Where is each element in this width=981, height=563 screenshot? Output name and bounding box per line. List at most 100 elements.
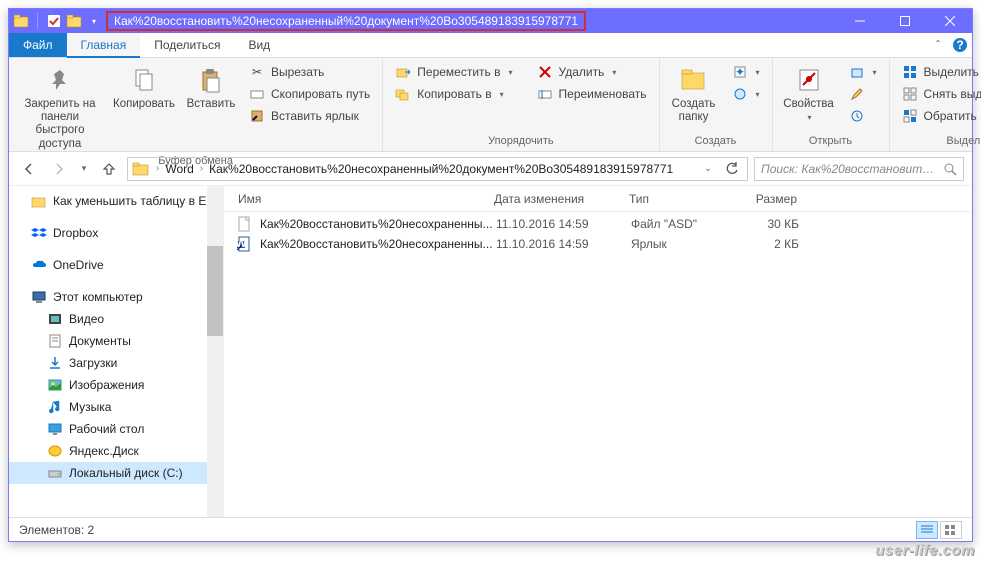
tree-item-pictures[interactable]: Изображения bbox=[9, 374, 223, 396]
qat-dropdown-icon[interactable]: ▾ bbox=[86, 13, 102, 29]
path-icon bbox=[249, 86, 265, 102]
select-all-button[interactable]: Выделить все bbox=[896, 62, 981, 82]
history-button[interactable] bbox=[843, 106, 883, 126]
ribbon-collapse-icon[interactable]: ˆ bbox=[928, 33, 948, 57]
file-type: Ярлык bbox=[631, 237, 731, 251]
edit-button[interactable] bbox=[843, 84, 883, 104]
chevron-right-icon[interactable]: › bbox=[196, 163, 207, 174]
column-size[interactable]: Размер bbox=[729, 192, 809, 206]
drive-icon bbox=[47, 465, 63, 481]
delete-icon bbox=[537, 64, 553, 80]
new-folder-icon bbox=[678, 64, 710, 96]
easy-access-button[interactable]: ▾ bbox=[726, 84, 766, 104]
tree-label: OneDrive bbox=[53, 258, 104, 272]
help-icon[interactable]: ? bbox=[948, 33, 972, 57]
tree-item-yadisk[interactable]: Яндекс.Диск bbox=[9, 440, 223, 462]
desktop-icon bbox=[47, 421, 63, 437]
folder-small-icon[interactable] bbox=[66, 13, 82, 29]
move-to-button[interactable]: Переместить в▾ bbox=[389, 62, 518, 82]
tree-item-dropbox[interactable]: Dropbox bbox=[9, 222, 223, 244]
new-item-button[interactable]: ✦▾ bbox=[726, 62, 766, 82]
paste-shortcut-button[interactable]: Вставить ярлык bbox=[243, 106, 376, 126]
file-type: Файл "ASD" bbox=[631, 217, 731, 231]
copyto-label: Копировать в bbox=[417, 87, 491, 101]
column-name[interactable]: Имя bbox=[224, 192, 494, 206]
navigation-bar: ▾ › Word › Как%20восстановить%20несохран… bbox=[9, 152, 972, 186]
file-date: 11.10.2016 14:59 bbox=[496, 217, 631, 231]
organize-group-label: Упорядочить bbox=[383, 133, 658, 151]
copy-button[interactable]: Копировать bbox=[109, 62, 179, 113]
address-bar[interactable]: › Word › Как%20восстановить%20несохранен… bbox=[127, 157, 748, 181]
tree-item-desktop[interactable]: Рабочий стол bbox=[9, 418, 223, 440]
copy-to-button[interactable]: Копировать в▾ bbox=[389, 84, 518, 104]
file-row[interactable]: Как%20восстановить%20несохраненны... 11.… bbox=[224, 214, 972, 234]
close-button[interactable] bbox=[927, 9, 972, 33]
file-name: Как%20восстановить%20несохраненны... bbox=[260, 217, 496, 231]
selectall-label: Выделить все bbox=[924, 65, 981, 79]
delete-button[interactable]: Удалить▾ bbox=[531, 62, 653, 82]
ribbon-group-organize: Переместить в▾ Копировать в▾ Удалить▾ Пе… bbox=[383, 58, 659, 151]
chevron-down-icon: ▾ bbox=[873, 68, 877, 77]
breadcrumb-word[interactable]: Word bbox=[165, 162, 193, 176]
tree-item-folder[interactable]: Как уменьшить таблицу в E bbox=[9, 190, 223, 212]
forward-button[interactable] bbox=[47, 157, 71, 181]
address-dropdown-button[interactable]: ⌄ bbox=[697, 158, 719, 180]
rename-button[interactable]: Переименовать bbox=[531, 84, 653, 104]
copy-path-button[interactable]: Скопировать путь bbox=[243, 84, 376, 104]
tree-item-thispc[interactable]: Этот компьютер bbox=[9, 286, 223, 308]
tab-home[interactable]: Главная bbox=[67, 33, 141, 58]
chevron-right-icon[interactable]: › bbox=[152, 163, 163, 174]
tree-item-onedrive[interactable]: OneDrive bbox=[9, 254, 223, 276]
ribbon-group-select: Выделить все Снять выделение Обратить вы… bbox=[890, 58, 981, 151]
pin-quickaccess-button[interactable]: Закрепить на панели быстрого доступа bbox=[15, 62, 105, 153]
paste-button[interactable]: Вставить bbox=[183, 62, 239, 113]
watermark: user-life.com bbox=[875, 542, 975, 559]
invert-selection-button[interactable]: Обратить выделение bbox=[896, 106, 981, 126]
tree-label: Локальный диск (C:) bbox=[69, 466, 183, 480]
file-size: 2 КБ bbox=[731, 237, 811, 251]
tree-item-videos[interactable]: Видео bbox=[9, 308, 223, 330]
open-button[interactable]: ▾ bbox=[843, 62, 883, 82]
icons-view-button[interactable] bbox=[940, 521, 962, 539]
select-group-label: Выделить bbox=[890, 133, 981, 151]
copy-icon bbox=[128, 64, 160, 96]
downloads-icon bbox=[47, 355, 63, 371]
ribbon-group-open: Свойства ▾ ▾ Открыть bbox=[773, 58, 890, 151]
select-none-button[interactable]: Снять выделение bbox=[896, 84, 981, 104]
column-type[interactable]: Тип bbox=[629, 192, 729, 206]
up-button[interactable] bbox=[97, 157, 121, 181]
tree-scrollbar[interactable] bbox=[207, 186, 223, 517]
search-input[interactable]: Поиск: Как%20восстановить... bbox=[754, 157, 964, 181]
details-view-button[interactable] bbox=[916, 521, 938, 539]
checkbox-icon[interactable] bbox=[46, 13, 62, 29]
properties-button[interactable]: Свойства ▾ bbox=[779, 62, 839, 124]
refresh-button[interactable] bbox=[721, 158, 743, 180]
cut-button[interactable]: ✂Вырезать bbox=[243, 62, 376, 82]
tab-view[interactable]: Вид bbox=[234, 33, 284, 57]
pictures-icon bbox=[47, 377, 63, 393]
search-icon bbox=[943, 162, 957, 176]
breadcrumb-folder[interactable]: Как%20восстановить%20несохраненный%20док… bbox=[209, 162, 673, 176]
tree-scroll-thumb[interactable] bbox=[207, 246, 223, 336]
ribbon-group-clipboard: Закрепить на панели быстрого доступа Коп… bbox=[9, 58, 383, 151]
invert-icon bbox=[902, 108, 918, 124]
file-list: Имя Дата изменения Тип Размер Как%20восс… bbox=[224, 186, 972, 517]
tree-item-music[interactable]: Музыка bbox=[9, 396, 223, 418]
explorer-window: ▾ Как%20восстановить%20несохраненный%20д… bbox=[8, 8, 973, 542]
column-date[interactable]: Дата изменения bbox=[494, 192, 629, 206]
recent-locations-button[interactable]: ▾ bbox=[77, 157, 91, 181]
tree-item-localc[interactable]: Локальный диск (C:) bbox=[9, 462, 223, 484]
ribbon: Закрепить на панели быстрого доступа Коп… bbox=[9, 58, 972, 152]
minimize-button[interactable] bbox=[837, 9, 882, 33]
tab-file[interactable]: Файл bbox=[9, 33, 67, 57]
tree-item-downloads[interactable]: Загрузки bbox=[9, 352, 223, 374]
folder-icon bbox=[13, 13, 29, 29]
back-button[interactable] bbox=[17, 157, 41, 181]
folder-icon bbox=[132, 160, 150, 178]
maximize-button[interactable] bbox=[882, 9, 927, 33]
tab-share[interactable]: Поделиться bbox=[140, 33, 234, 57]
tree-item-documents[interactable]: Документы bbox=[9, 330, 223, 352]
new-folder-button[interactable]: Создать папку bbox=[666, 62, 722, 126]
file-row[interactable]: W Как%20восстановить%20несохраненны... 1… bbox=[224, 234, 972, 254]
chevron-down-icon: ▾ bbox=[756, 68, 760, 77]
